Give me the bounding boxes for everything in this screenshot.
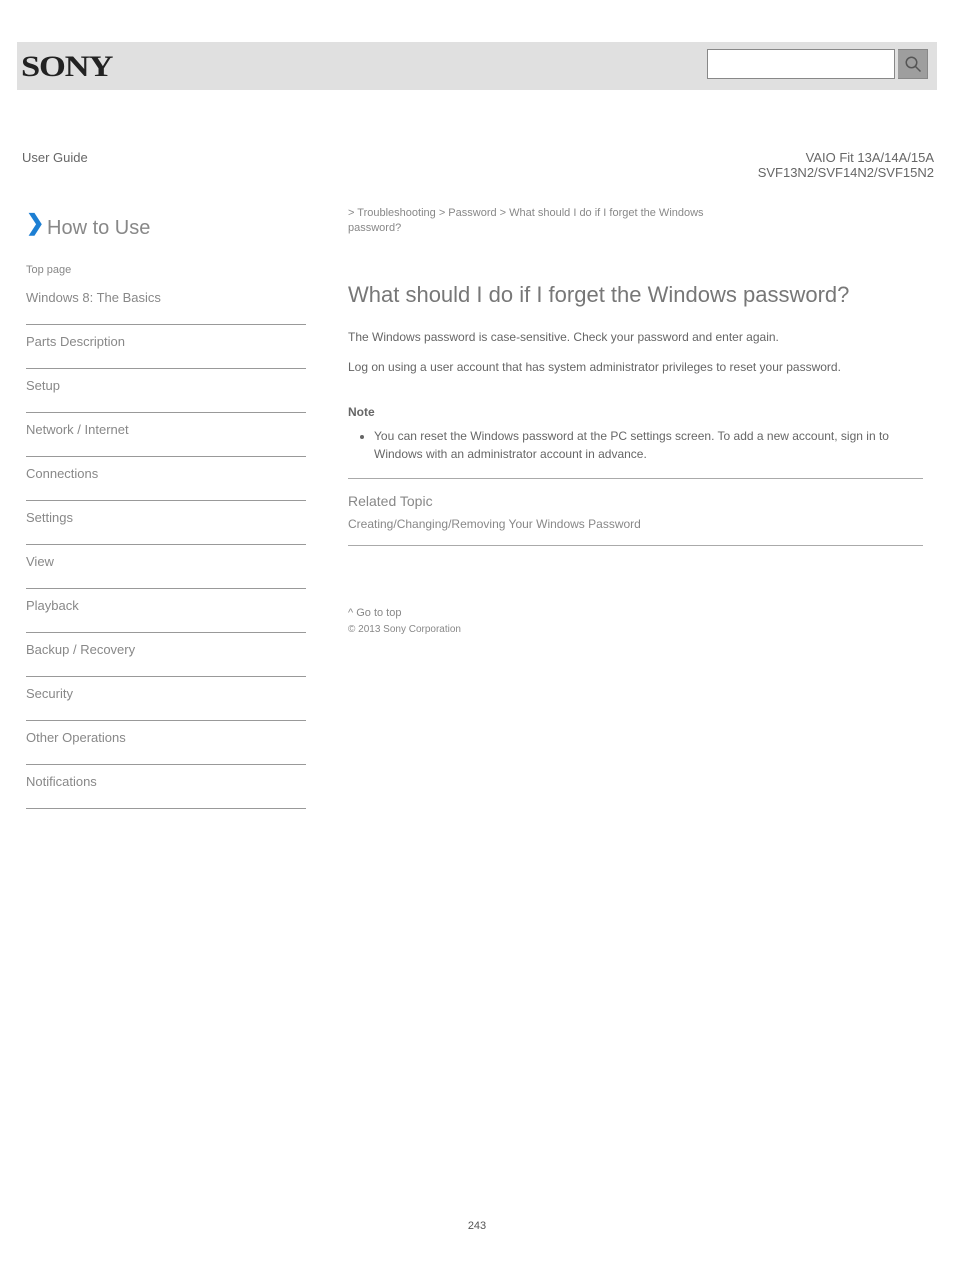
- model-series-label: VAIO Fit 13A/14A/15A SVF13N2/SVF14N2/SVF…: [758, 150, 934, 180]
- related-link[interactable]: Creating/Changing/Removing Your Windows …: [348, 517, 641, 531]
- paragraph-1: The Windows password is case-sensitive. …: [348, 328, 923, 347]
- sidebar-item-setup[interactable]: Setup: [26, 369, 306, 413]
- search-button[interactable]: [898, 49, 928, 79]
- header-bar: SONY: [17, 42, 937, 90]
- breadcrumb-post: > What should I do if I forget the Windo…: [497, 207, 704, 219]
- sidebar-item-parts-link[interactable]: Parts Description: [26, 334, 306, 351]
- sidebar-item-settings[interactable]: Settings: [26, 501, 306, 545]
- sidebar-item-other-link[interactable]: Other Operations: [26, 730, 306, 747]
- sidebar-item-backup[interactable]: Backup / Recovery: [26, 633, 306, 677]
- search-input[interactable]: [707, 49, 895, 79]
- sidebar-item-windows8-link[interactable]: Windows 8: The Basics: [26, 290, 306, 307]
- note-heading: Note: [348, 405, 923, 419]
- sidebar-item-view[interactable]: View: [26, 545, 306, 589]
- sidebar-item-network[interactable]: Network / Internet: [26, 413, 306, 457]
- sidebar-item-parts[interactable]: Parts Description: [26, 325, 306, 369]
- sidebar-item-notifications[interactable]: Notifications: [26, 765, 306, 809]
- breadcrumb: > Troubleshooting > Password > What shou…: [348, 207, 704, 219]
- breadcrumb-password-link[interactable]: Password: [448, 207, 496, 219]
- sidebar-item-settings-link[interactable]: Settings: [26, 510, 306, 527]
- go-to-top-link[interactable]: ^ Go to top: [348, 607, 401, 619]
- chevron-right-icon: ❯: [26, 210, 44, 236]
- divider: [348, 478, 923, 479]
- sidebar-item-connections-link[interactable]: Connections: [26, 466, 306, 483]
- sidebar-item-backup-link[interactable]: Backup / Recovery: [26, 642, 306, 659]
- sidebar-item-playback-link[interactable]: Playback: [26, 598, 306, 615]
- sidebar-item-connections[interactable]: Connections: [26, 457, 306, 501]
- sidebar-item-view-link[interactable]: View: [26, 554, 306, 571]
- breadcrumb-line2: password?: [348, 222, 401, 234]
- sidebar-item-windows8[interactable]: Windows 8: The Basics: [26, 281, 306, 325]
- sidebar-nav: Windows 8: The Basics Parts Description Se…: [26, 281, 306, 809]
- copyright: © 2013 Sony Corporation: [348, 624, 461, 635]
- page-number: 243: [0, 1220, 954, 1232]
- paragraph-2: Log on using a user account that has sys…: [348, 358, 923, 377]
- related-topic-heading: Related Topic: [348, 493, 923, 509]
- user-guide-label: User Guide: [22, 150, 88, 165]
- sony-logo: SONY: [21, 50, 112, 84]
- sidebar-item-security-link[interactable]: Security: [26, 686, 306, 703]
- top-page-link[interactable]: Top page: [26, 264, 71, 276]
- search-icon: [904, 55, 922, 73]
- sidebar-item-setup-link[interactable]: Setup: [26, 378, 306, 395]
- sidebar-item-security[interactable]: Security: [26, 677, 306, 721]
- sidebar-item-playback[interactable]: Playback: [26, 589, 306, 633]
- how-to-use-heading: How to Use: [47, 217, 150, 240]
- main-content: What should I do if I forget the Windows…: [348, 281, 923, 556]
- breadcrumb-pre: > Troubleshooting >: [348, 207, 448, 219]
- divider-2: [348, 545, 923, 546]
- sidebar-item-notifications-link[interactable]: Notifications: [26, 774, 306, 791]
- note-item: You can reset the Windows password at th…: [374, 427, 923, 464]
- sidebar-item-other[interactable]: Other Operations: [26, 721, 306, 765]
- page-title: What should I do if I forget the Windows…: [348, 281, 923, 310]
- search-box: [707, 49, 928, 83]
- sidebar-item-network-link[interactable]: Network / Internet: [26, 422, 306, 439]
